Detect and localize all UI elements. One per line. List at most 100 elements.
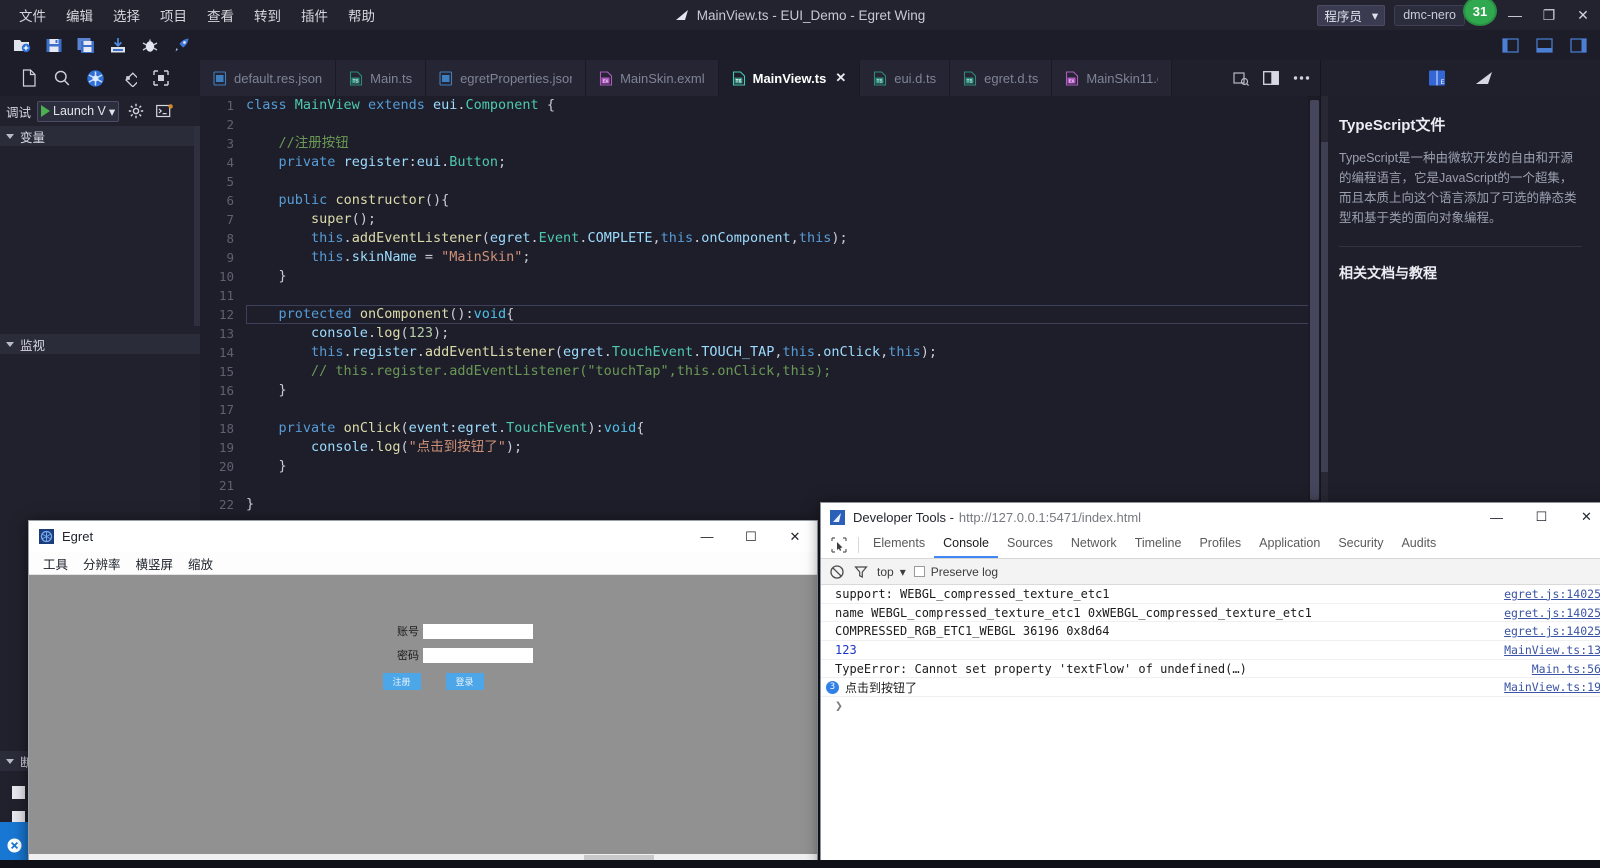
menu-plugins[interactable]: 插件 <box>292 1 337 29</box>
tab-egret-d-ts[interactable]: TS egret.d.ts <box>950 60 1053 96</box>
menu-select[interactable]: 选择 <box>104 1 149 29</box>
tab-mainskin-exml[interactable]: EX MainSkin.exml <box>586 60 719 96</box>
window-close-button[interactable]: ✕ <box>1566 0 1600 30</box>
code-row[interactable]: 3 //注册按钮 <box>200 134 1320 153</box>
new-project-icon[interactable] <box>8 32 36 58</box>
login-button[interactable]: 登录 <box>445 673 484 690</box>
tab-mainskin11-exml[interactable]: EX MainSkin11.exm <box>1052 60 1173 96</box>
console-output[interactable]: support: WEBGL_compressed_texture_etc1 eg… <box>821 585 1600 867</box>
notifications-button[interactable]: 31 <box>1463 0 1498 30</box>
console-log-row[interactable]: COMPRESSED_RGB_ETC1_WEBGL 36196 0x8d64 eg… <box>821 622 1600 642</box>
log-source-link[interactable]: egret.js:14025 <box>1504 606 1600 620</box>
password-input[interactable] <box>423 647 533 663</box>
devtools-tab-sources[interactable]: Sources <box>998 531 1062 558</box>
wing-icon[interactable] <box>1472 65 1498 91</box>
console-log-row[interactable]: TypeError: Cannot set property 'textFlow… <box>821 660 1600 679</box>
log-source-link[interactable]: Main.ts:56 <box>1532 662 1600 676</box>
save-icon[interactable] <box>40 32 68 58</box>
launch-config-dropdown[interactable]: Launch V ▾ <box>37 100 120 122</box>
user-account-pill[interactable]: dmc-nero <box>1394 4 1465 26</box>
editor-scroll-thumb[interactable] <box>1310 100 1319 500</box>
devtools-maximize-button[interactable]: ☐ <box>1519 503 1564 531</box>
code-row[interactable]: 7 super(); <box>200 210 1320 229</box>
tab-eui-d-ts[interactable]: TS eui.d.ts <box>860 60 951 96</box>
code-row[interactable]: 1 class MainView extends eui.Component { <box>200 96 1320 115</box>
debug-build-icon[interactable] <box>136 32 164 58</box>
toggle-rightbar-icon[interactable] <box>1564 32 1592 58</box>
devtools-tab-application[interactable]: Application <box>1250 531 1329 558</box>
devtools-tab-network[interactable]: Network <box>1062 531 1126 558</box>
menu-project[interactable]: 项目 <box>151 1 196 29</box>
egret-assets-icon[interactable] <box>80 63 110 93</box>
account-input[interactable] <box>423 623 533 639</box>
console-log-row[interactable]: 3 点击到按钮了 MainView.ts:19 <box>821 678 1600 698</box>
code-row[interactable]: 18 private onClick(event:egret.TouchEven… <box>200 419 1320 438</box>
devtools-tab-timeline[interactable]: Timeline <box>1126 531 1191 558</box>
tab-egret-properties-json[interactable]: egretProperties.json <box>426 60 587 96</box>
menu-help[interactable]: 帮助 <box>339 1 384 29</box>
publish-icon[interactable] <box>104 32 132 58</box>
code-row[interactable]: 17 <box>200 400 1320 419</box>
extensions-icon[interactable] <box>146 63 176 93</box>
code-row[interactable]: 4 private register:eui.Button; <box>200 153 1320 172</box>
launch-icon[interactable] <box>168 32 196 58</box>
info-panel-scroll-thumb[interactable] <box>1321 142 1328 472</box>
devtools-tab-audits[interactable]: Audits <box>1392 531 1445 558</box>
log-source-link[interactable]: MainView.ts:13 <box>1504 643 1600 657</box>
save-all-icon[interactable] <box>72 32 100 58</box>
tab-mainview-ts[interactable]: TS MainView.ts ✕ <box>718 60 861 96</box>
menu-file[interactable]: 文件 <box>10 1 55 29</box>
checkbox-icon[interactable] <box>913 566 925 577</box>
window-minimize-button[interactable]: — <box>1498 0 1532 30</box>
split-editor-icon[interactable] <box>1258 65 1284 91</box>
devtools-tab-elements[interactable]: Elements <box>864 531 934 558</box>
egret-menu-tools[interactable]: 工具 <box>37 552 74 575</box>
egret-minimize-button[interactable]: — <box>685 521 729 552</box>
code-row[interactable]: 6 public constructor(){ <box>200 191 1320 210</box>
register-button[interactable]: 注册 <box>382 673 421 690</box>
code-row[interactable]: 2 <box>200 115 1320 134</box>
egret-menu-zoom[interactable]: 缩放 <box>182 552 219 575</box>
code-row[interactable]: 9 this.skinName = "MainSkin"; <box>200 248 1320 267</box>
console-prompt[interactable]: ❯ <box>821 697 1600 717</box>
menu-edit[interactable]: 编辑 <box>57 1 102 29</box>
code-row[interactable]: 10 } <box>200 267 1320 286</box>
breakpoint-item-icon-1[interactable] <box>12 786 25 799</box>
egret-game-stage[interactable]: 账号 密码 注册 登录 <box>29 575 817 867</box>
code-row[interactable]: 5 <box>200 172 1320 191</box>
inspect-element-icon[interactable] <box>825 532 853 558</box>
execution-context-dropdown[interactable]: top ▾ <box>877 565 906 579</box>
devtools-tab-profiles[interactable]: Profiles <box>1190 531 1250 558</box>
role-dropdown[interactable]: 程序员 ▾ <box>1317 4 1386 26</box>
clear-console-icon[interactable] <box>829 564 845 580</box>
toggle-sidebar-icon[interactable] <box>1496 32 1524 58</box>
code-row[interactable]: 11 <box>200 286 1320 305</box>
devtools-tab-console[interactable]: Console <box>934 531 998 558</box>
tab-close-icon[interactable]: ✕ <box>835 70 846 86</box>
devtools-tab-security[interactable]: Security <box>1329 531 1392 558</box>
toggle-panel-icon[interactable] <box>1530 32 1558 58</box>
code-row[interactable]: 19 console.log("点击到按钮了"); <box>200 438 1320 457</box>
tab-main-ts[interactable]: TS Main.ts <box>336 60 427 96</box>
docs-icon[interactable]: E <box>1424 65 1450 91</box>
preview-icon[interactable] <box>1228 65 1254 91</box>
console-log-row[interactable]: name WEBGL_compressed_texture_etc1 0xWEB… <box>821 604 1600 623</box>
menu-goto[interactable]: 转到 <box>245 1 290 29</box>
filter-icon[interactable] <box>853 564 869 580</box>
code-row[interactable]: 14 this.register.addEventListener(egret.… <box>200 343 1320 362</box>
play-icon[interactable] <box>41 105 51 117</box>
code-row[interactable]: 15 // this.register.addEventListener("to… <box>200 362 1320 381</box>
log-source-link[interactable]: MainView.ts:19 <box>1504 680 1600 694</box>
open-console-icon[interactable] <box>153 100 175 122</box>
devtools-close-button[interactable]: ✕ <box>1564 503 1600 531</box>
more-actions-icon[interactable] <box>1288 65 1314 91</box>
menu-view[interactable]: 查看 <box>198 1 243 29</box>
console-log-row[interactable]: 123 MainView.ts:13 <box>821 641 1600 660</box>
devtools-minimize-button[interactable]: — <box>1474 503 1519 531</box>
explorer-icon[interactable] <box>14 63 44 93</box>
code-row[interactable]: 13 console.log(123); <box>200 324 1320 343</box>
egret-close-button[interactable]: ✕ <box>773 521 817 552</box>
search-icon[interactable] <box>47 63 77 93</box>
code-row[interactable]: 20 } <box>200 457 1320 476</box>
code-row[interactable]: 12 protected onComponent():void{ <box>200 305 1320 324</box>
